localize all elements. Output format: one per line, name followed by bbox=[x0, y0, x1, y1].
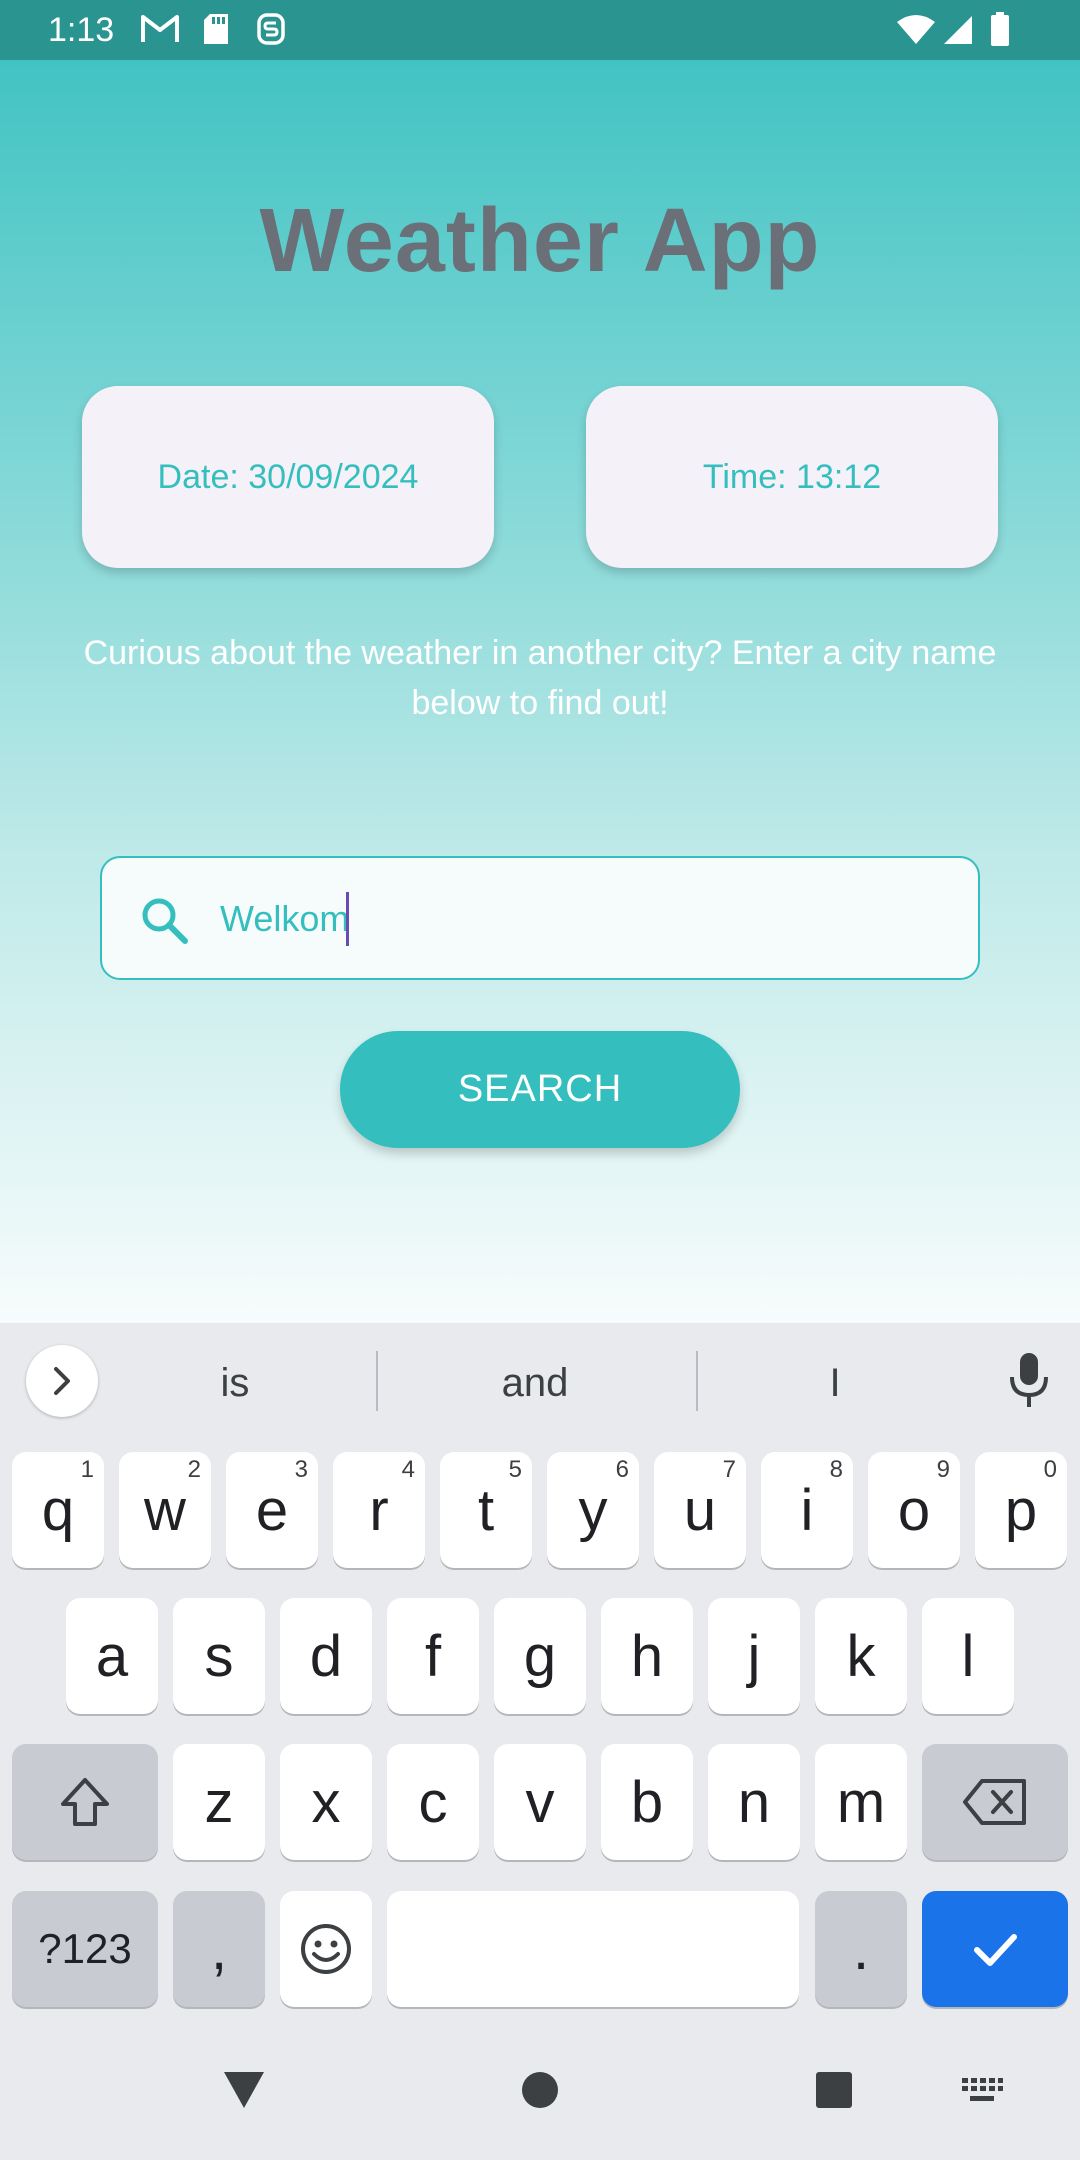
prompt-text: Curious about the weather in another cit… bbox=[83, 634, 997, 722]
sync-icon bbox=[257, 13, 285, 45]
battery-icon bbox=[991, 12, 1009, 46]
date-card: Date: 30/09/2024 bbox=[82, 386, 494, 568]
key-k[interactable]: k bbox=[815, 1598, 907, 1714]
microphone-icon[interactable] bbox=[1006, 1351, 1052, 1411]
key-b[interactable]: b bbox=[601, 1744, 693, 1860]
key-o[interactable]: o9 bbox=[868, 1452, 960, 1568]
key-e[interactable]: e3 bbox=[226, 1452, 318, 1568]
key-l[interactable]: l bbox=[922, 1598, 1014, 1714]
checkmark-icon bbox=[974, 1934, 1017, 1966]
enter-key[interactable] bbox=[922, 1891, 1068, 2007]
date-label: Date: 30/09/2024 bbox=[157, 457, 419, 496]
key-g[interactable]: g bbox=[494, 1598, 586, 1714]
shift-icon bbox=[61, 1778, 109, 1826]
key-u[interactable]: u7 bbox=[654, 1452, 746, 1568]
app-title: Weather App bbox=[259, 191, 821, 291]
suggestion-divider bbox=[696, 1351, 698, 1411]
key-d[interactable]: d bbox=[280, 1598, 372, 1714]
key-s[interactable]: s bbox=[173, 1598, 265, 1714]
key-a[interactable]: a bbox=[66, 1598, 158, 1714]
key-m[interactable]: m bbox=[815, 1744, 907, 1860]
key-q[interactable]: q1 bbox=[12, 1452, 104, 1568]
wifi-icon bbox=[897, 15, 935, 44]
home-icon[interactable] bbox=[520, 2070, 560, 2110]
status-time: 1:13 bbox=[48, 11, 115, 49]
app-screen: Weather App Date: 30/09/2024 Time: 13:12… bbox=[0, 60, 1080, 1323]
key-n[interactable]: n bbox=[708, 1744, 800, 1860]
key-x[interactable]: x bbox=[280, 1744, 372, 1860]
suggestion-2[interactable]: and bbox=[410, 1353, 660, 1413]
sd-card-icon bbox=[204, 14, 228, 44]
backspace-icon bbox=[963, 1779, 1026, 1825]
search-input[interactable] bbox=[220, 884, 940, 954]
emoji-icon bbox=[301, 1924, 351, 1974]
backspace-key[interactable] bbox=[922, 1744, 1068, 1860]
shift-key[interactable] bbox=[12, 1744, 158, 1860]
key-i[interactable]: i8 bbox=[761, 1452, 853, 1568]
key-r[interactable]: r4 bbox=[333, 1452, 425, 1568]
key-f[interactable]: f bbox=[387, 1598, 479, 1714]
key-y[interactable]: y6 bbox=[547, 1452, 639, 1568]
key-p[interactable]: p0 bbox=[975, 1452, 1067, 1568]
key-h[interactable]: h bbox=[601, 1598, 693, 1714]
recents-icon[interactable] bbox=[814, 2070, 854, 2110]
gmail-icon bbox=[141, 15, 179, 42]
search-icon bbox=[142, 898, 188, 944]
comma-key[interactable]: , bbox=[173, 1891, 265, 2007]
keyboard-switch-icon[interactable] bbox=[960, 2076, 1004, 2106]
search-box[interactable] bbox=[100, 856, 980, 980]
chevron-right-icon bbox=[54, 1367, 70, 1395]
soft-keyboard: is and I q1 w2 e3 r4 t5 y6 u7 i8 o9 p0 a… bbox=[0, 1323, 1080, 2160]
period-key[interactable]: . bbox=[815, 1891, 907, 2007]
suggestion-1[interactable]: is bbox=[150, 1353, 320, 1413]
key-t[interactable]: t5 bbox=[440, 1452, 532, 1568]
space-key[interactable] bbox=[387, 1891, 799, 2007]
suggestion-divider bbox=[376, 1351, 378, 1411]
emoji-key[interactable] bbox=[280, 1891, 372, 2007]
time-card: Time: 13:12 bbox=[586, 386, 998, 568]
key-z[interactable]: z bbox=[173, 1744, 265, 1860]
status-bar: 1:13 bbox=[0, 0, 1080, 60]
key-c[interactable]: c bbox=[387, 1744, 479, 1860]
symbols-key[interactable]: ?123 bbox=[12, 1891, 158, 2007]
key-v[interactable]: v bbox=[494, 1744, 586, 1860]
search-button[interactable]: SEARCH bbox=[340, 1031, 740, 1148]
key-w[interactable]: w2 bbox=[119, 1452, 211, 1568]
navigation-bar bbox=[0, 2030, 1080, 2160]
suggestions-expand-button[interactable] bbox=[26, 1345, 98, 1417]
time-label: Time: 13:12 bbox=[702, 457, 882, 496]
text-caret bbox=[346, 892, 349, 946]
suggestion-3[interactable]: I bbox=[750, 1353, 920, 1413]
key-j[interactable]: j bbox=[708, 1598, 800, 1714]
signal-icon bbox=[944, 16, 972, 44]
back-icon[interactable] bbox=[220, 2068, 268, 2112]
